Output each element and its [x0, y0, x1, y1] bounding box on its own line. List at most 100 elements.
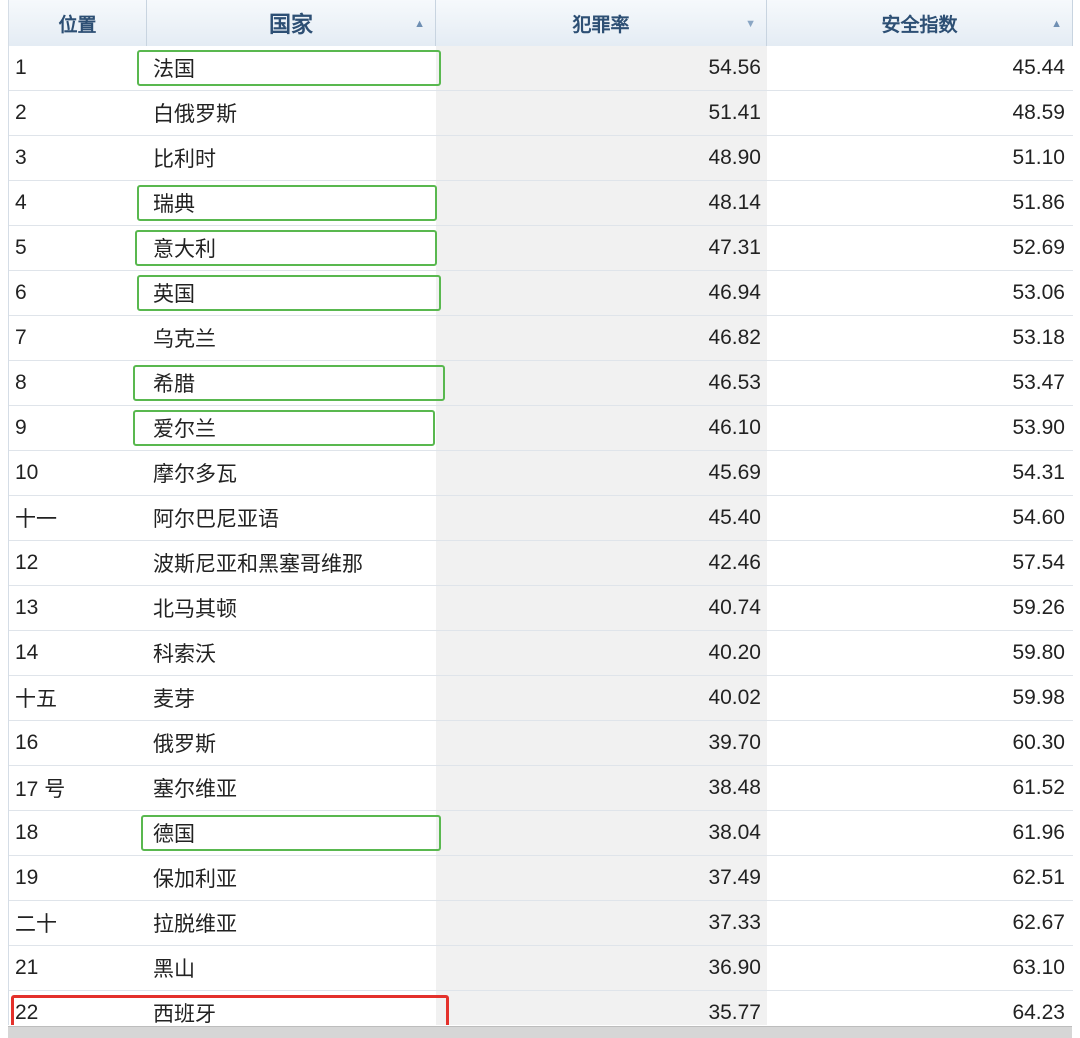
sort-descending-icon[interactable]: ▼ [745, 18, 756, 30]
position-cell: 8 [15, 371, 27, 394]
safety-index-cell: 45.44 [1012, 56, 1065, 79]
table-row[interactable]: 5 意大利 47.31 52.69 [9, 226, 1073, 271]
table-row[interactable]: 17 号 塞尔维亚 38.48 61.52 [9, 766, 1073, 811]
safety-index-cell: 53.47 [1012, 371, 1065, 394]
column-header-label: 安全指数 [881, 14, 958, 36]
column-header-position[interactable]: 位置 [9, 0, 147, 46]
safety-index-cell: 54.60 [1012, 506, 1065, 529]
country-cell: 麦芽 [153, 688, 195, 711]
safety-index-cell: 48.59 [1012, 101, 1065, 124]
crime-rate-cell: 46.94 [436, 271, 767, 315]
country-cell: 爱尔兰 [153, 418, 216, 441]
country-cell: 阿尔巴尼亚语 [153, 508, 279, 531]
crime-rate-cell: 37.49 [436, 856, 767, 900]
crime-rate-cell: 51.41 [436, 91, 767, 135]
crime-rate-cell: 45.40 [436, 496, 767, 540]
crime-rate-cell: 36.90 [436, 946, 767, 990]
column-header-crime-rate[interactable]: 犯罪率 ▼ [436, 0, 767, 46]
country-cell: 摩尔多瓦 [153, 463, 237, 486]
table-row[interactable]: 二十 拉脱维亚 37.33 62.67 [9, 901, 1073, 946]
column-header-safety-index[interactable]: 安全指数 ▲ [767, 0, 1073, 46]
position-cell: 二十 [15, 913, 57, 936]
table-body: 1 法国 54.56 45.44 2 白俄罗斯 51.41 48.59 3 比利时 48.90 51.… [9, 46, 1073, 1025]
table-row[interactable]: 10 摩尔多瓦 45.69 54.31 [9, 451, 1073, 496]
table-row[interactable]: 14 科索沃 40.20 59.80 [9, 631, 1073, 676]
crime-index-table: 位置 国家 ▲ 犯罪率 ▼ 安全指数 ▲ 1 法国 54.56 45.44 2 白俄罗斯 5… [8, 0, 1073, 1025]
table-row[interactable]: 4 瑞典 48.14 51.86 [9, 181, 1073, 226]
column-header-country[interactable]: 国家 ▲ [147, 0, 436, 46]
crime-rate-cell: 54.56 [436, 46, 767, 90]
table-row[interactable]: 十五 麦芽 40.02 59.98 [9, 676, 1073, 721]
position-cell: 13 [15, 596, 39, 619]
country-cell: 保加利亚 [153, 868, 237, 891]
table-row[interactable]: 3 比利时 48.90 51.10 [9, 136, 1073, 181]
crime-rate-cell: 42.46 [436, 541, 767, 585]
safety-index-cell: 61.52 [1012, 776, 1065, 799]
safety-index-cell: 51.86 [1012, 191, 1065, 214]
position-cell: 16 [15, 731, 39, 754]
country-cell: 北马其顿 [153, 598, 237, 621]
country-cell: 拉脱维亚 [153, 913, 237, 936]
table-row[interactable]: 18 德国 38.04 61.96 [9, 811, 1073, 856]
position-cell: 17 号 [15, 778, 66, 801]
position-cell: 14 [15, 641, 39, 664]
table-row[interactable]: 十一 阿尔巴尼亚语 45.40 54.60 [9, 496, 1073, 541]
crime-rate-cell: 39.70 [436, 721, 767, 765]
crime-rate-cell: 48.14 [436, 181, 767, 225]
safety-index-cell: 51.10 [1012, 146, 1065, 169]
country-cell: 科索沃 [153, 643, 216, 666]
table-row[interactable]: 16 俄罗斯 39.70 60.30 [9, 721, 1073, 766]
table-row[interactable]: 7 乌克兰 46.82 53.18 [9, 316, 1073, 361]
position-cell: 6 [15, 281, 27, 304]
table-row[interactable]: 21 黑山 36.90 63.10 [9, 946, 1073, 991]
crime-rate-cell: 40.74 [436, 586, 767, 630]
crime-rate-cell: 40.20 [436, 631, 767, 675]
table-row[interactable]: 19 保加利亚 37.49 62.51 [9, 856, 1073, 901]
crime-rate-cell: 38.04 [436, 811, 767, 855]
safety-index-cell: 62.67 [1012, 911, 1065, 934]
sort-ascending-icon[interactable]: ▲ [414, 18, 425, 30]
column-header-label: 位置 [58, 14, 97, 36]
table-row[interactable]: 1 法国 54.56 45.44 [9, 46, 1073, 91]
table-row[interactable]: 2 白俄罗斯 51.41 48.59 [9, 91, 1073, 136]
table-row[interactable]: 8 希腊 46.53 53.47 [9, 361, 1073, 406]
safety-index-cell: 52.69 [1012, 236, 1065, 259]
country-cell: 希腊 [153, 373, 195, 396]
position-cell: 10 [15, 461, 39, 484]
table-header: 位置 国家 ▲ 犯罪率 ▼ 安全指数 ▲ [9, 0, 1073, 46]
table-row[interactable]: 12 波斯尼亚和黑塞哥维那 42.46 57.54 [9, 541, 1073, 586]
country-cell: 西班牙 [153, 1003, 216, 1025]
position-cell: 2 [15, 101, 27, 124]
position-cell: 十一 [15, 508, 57, 531]
table-row[interactable]: 9 爱尔兰 46.10 53.90 [9, 406, 1073, 451]
position-cell: 十五 [15, 688, 57, 711]
safety-index-cell: 63.10 [1012, 956, 1065, 979]
sort-ascending-icon[interactable]: ▲ [1051, 18, 1062, 30]
safety-index-cell: 57.54 [1012, 551, 1065, 574]
crime-rate-cell: 46.53 [436, 361, 767, 405]
position-cell: 5 [15, 236, 27, 259]
position-cell: 7 [15, 326, 27, 349]
safety-index-cell: 59.98 [1012, 686, 1065, 709]
country-cell: 黑山 [153, 958, 195, 981]
country-cell: 英国 [153, 283, 195, 306]
table-row[interactable]: 13 北马其顿 40.74 59.26 [9, 586, 1073, 631]
crime-rate-cell: 46.10 [436, 406, 767, 450]
column-header-label: 国家 [268, 12, 313, 37]
table-row[interactable]: 22 西班牙 35.77 64.23 [9, 991, 1073, 1025]
country-cell: 俄罗斯 [153, 733, 216, 756]
country-cell: 德国 [153, 823, 195, 846]
safety-index-cell: 59.80 [1012, 641, 1065, 664]
position-cell: 19 [15, 866, 39, 889]
safety-index-cell: 61.96 [1012, 821, 1065, 844]
country-cell: 乌克兰 [153, 328, 216, 351]
safety-index-cell: 62.51 [1012, 866, 1065, 889]
position-cell: 21 [15, 956, 39, 979]
table-row[interactable]: 6 英国 46.94 53.06 [9, 271, 1073, 316]
safety-index-cell: 59.26 [1012, 596, 1065, 619]
position-cell: 22 [15, 1001, 39, 1024]
position-cell: 12 [15, 551, 39, 574]
crime-rate-cell: 45.69 [436, 451, 767, 495]
horizontal-scrollbar[interactable] [8, 1026, 1072, 1038]
position-cell: 1 [15, 56, 27, 79]
